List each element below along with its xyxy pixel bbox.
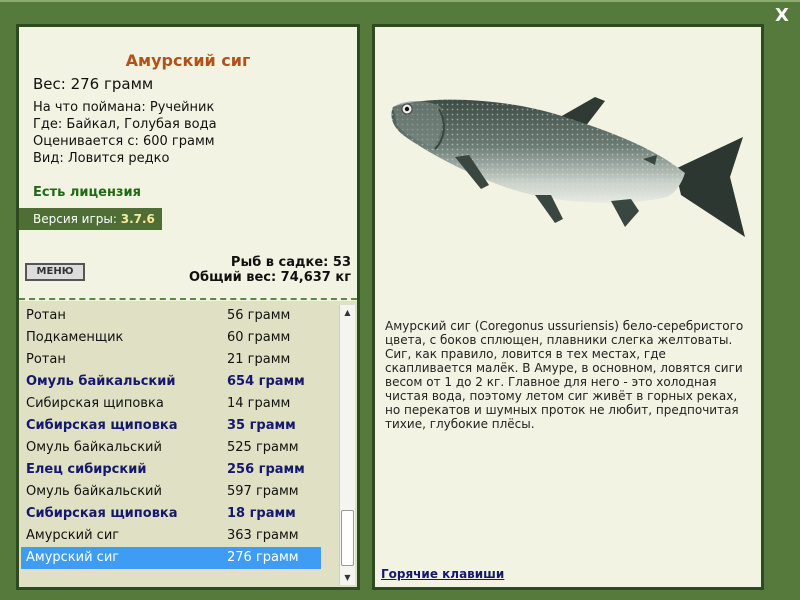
catch-list-rows: Ротан 56 грамм Подкаменщик 60 грамм Ротан 21 … (21, 305, 321, 569)
fish-location: Где: Байкал, Голубая вода (33, 117, 217, 132)
fish-valued-from: Оценивается с: 600 грамм (33, 134, 215, 149)
catch-item-name: Омуль байкальский (26, 484, 162, 499)
license-status: Есть лицензия (33, 185, 141, 200)
catch-item-weight: 14 грамм (227, 396, 291, 411)
total-weight: Общий вес: 74,637 кг (188, 270, 351, 285)
catch-item-name: Амурский сиг (26, 550, 120, 565)
catch-item-name: Елец сибирский (26, 462, 147, 477)
catch-item-name: Ротан (26, 308, 66, 323)
menu-button[interactable]: МЕНЮ (25, 263, 85, 281)
catch-list-item[interactable]: Подкаменщик 60 грамм (21, 327, 321, 349)
fish-rarity: Вид: Ловится редко (33, 151, 170, 166)
arrow-down-icon[interactable]: ▼ (340, 570, 355, 585)
catch-list-item[interactable]: Ротан 21 грамм (21, 349, 321, 371)
catch-item-name: Сибирская щиповка (26, 396, 164, 411)
catch-list-item[interactable]: Сибирская щиповка 14 грамм (21, 393, 321, 415)
game-window: X Амурский сиг Вес: 276 грамм На что пой… (0, 0, 800, 600)
catch-item-name: Сибирская щиповка (26, 418, 178, 433)
catch-item-name: Сибирская щиповка (26, 506, 178, 521)
catch-list-item[interactable]: Омуль байкальский 597 грамм (21, 481, 321, 503)
fish-description: Амурский сиг (Coregonus ussuriensis) бел… (385, 319, 744, 431)
cage-stats: Рыб в садке: 53 Общий вес: 74,637 кг (189, 255, 351, 285)
catch-list-item[interactable]: Сибирская щиповка 35 грамм (21, 415, 321, 437)
fish-title: Амурский сиг (125, 51, 251, 70)
catch-item-name: Ротан (26, 352, 66, 367)
catch-list-item[interactable]: Амурский сиг 276 грамм (21, 547, 321, 569)
catch-list-item[interactable]: Омуль байкальский 525 грамм (21, 437, 321, 459)
close-icon[interactable]: X (772, 6, 792, 26)
catch-list-item[interactable]: Сибирская щиповка 18 грамм (21, 503, 321, 525)
catch-item-name: Подкаменщик (26, 330, 124, 345)
catch-item-weight: 276 грамм (227, 550, 299, 565)
version-bar: Версия игры: 3.7.6 (19, 208, 162, 230)
tail-fin (675, 137, 745, 237)
hotkeys-link[interactable]: Горячие клавиши (381, 567, 504, 581)
arrow-up-icon[interactable]: ▲ (340, 305, 355, 320)
catch-item-weight: 56 грамм (227, 308, 291, 323)
catch-item-weight: 21 грамм (227, 352, 291, 367)
fish-bait: На что поймана: Ручейник (33, 100, 215, 115)
version-label: Версия игры: (33, 212, 121, 226)
version-value: 3.7.6 (120, 212, 155, 226)
catch-list-item[interactable]: Ротан 56 грамм (21, 305, 321, 327)
catch-item-weight: 60 грамм (227, 330, 291, 345)
catch-item-weight: 256 грамм (227, 462, 305, 477)
fish-details: Амурский сиг Вес: 276 грамм На что пойма… (19, 27, 357, 299)
catch-item-weight: 597 грамм (227, 484, 299, 499)
fish-illustration (391, 97, 745, 237)
catch-item-name: Омуль байкальский (26, 440, 162, 455)
catch-item-weight: 363 грамм (227, 528, 299, 543)
catch-item-weight: 525 грамм (227, 440, 299, 455)
catch-item-name: Амурский сиг (26, 528, 120, 543)
catch-item-name: Омуль байкальский (26, 374, 176, 389)
catch-item-weight: 35 грамм (227, 418, 296, 433)
catch-list-item[interactable]: Омуль байкальский 654 грамм (21, 371, 321, 393)
catch-list: Ротан 56 грамм Подкаменщик 60 грамм Ротан 21 … (19, 301, 357, 587)
list-scrollbar[interactable]: ▲ ▼ (339, 305, 355, 585)
fish-weight: Вес: 276 грамм (33, 75, 154, 93)
catch-item-weight: 18 грамм (227, 506, 296, 521)
fish-picture-panel: Амурский сиг (Coregonus ussuriensis) бел… (372, 24, 764, 590)
catch-list-item[interactable]: Амурский сиг 363 грамм (21, 525, 321, 547)
catch-list-item[interactable]: Елец сибирский 256 грамм (21, 459, 321, 481)
fish-count: Рыб в садке: 53 (230, 255, 351, 270)
fish-info-panel: Амурский сиг Вес: 276 грамм На что пойма… (16, 24, 360, 590)
anal-fin (611, 199, 639, 227)
catch-item-weight: 654 грамм (227, 374, 305, 389)
divider (19, 298, 357, 300)
scrollbar-thumb[interactable] (341, 510, 354, 566)
